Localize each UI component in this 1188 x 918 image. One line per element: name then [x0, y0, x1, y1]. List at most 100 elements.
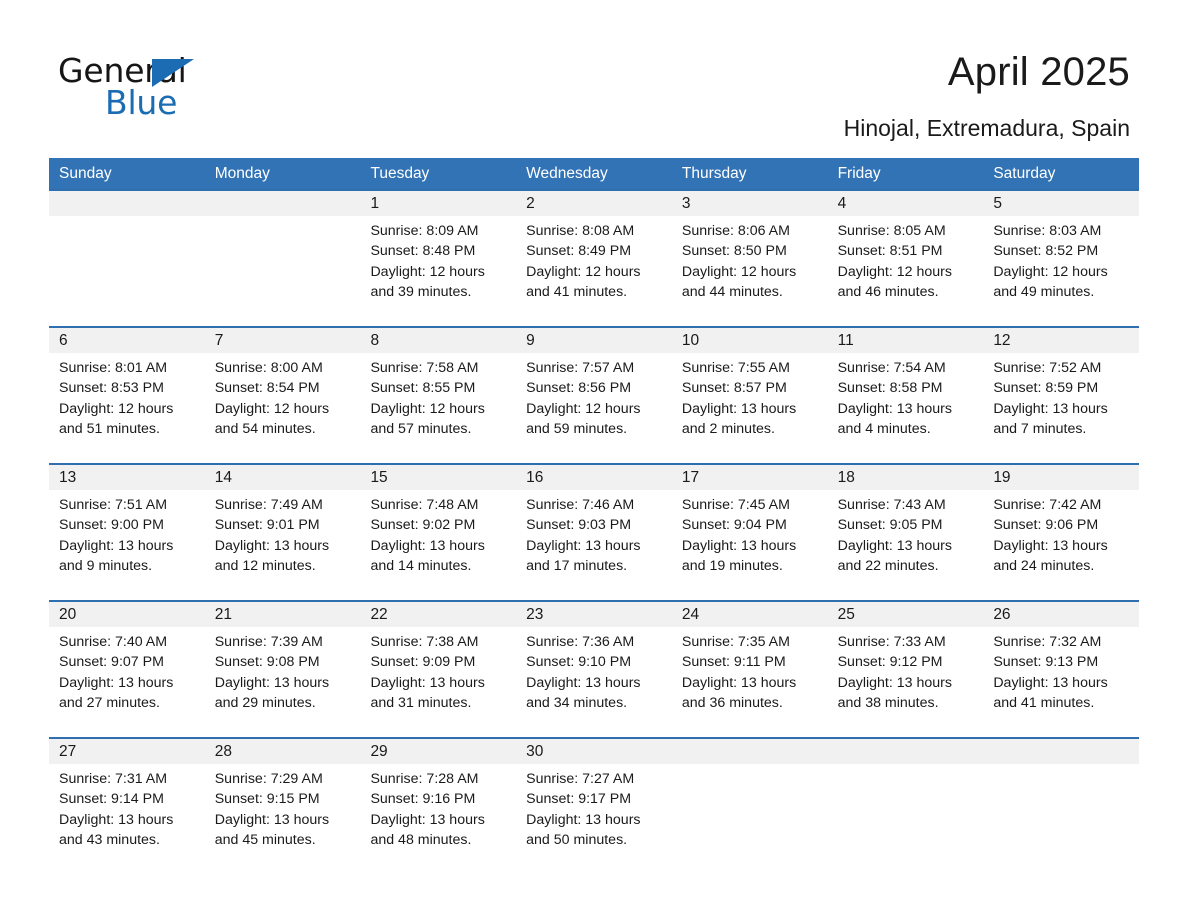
- sunset-text: Sunset: 9:06 PM: [993, 517, 1099, 534]
- day-number[interactable]: 29: [360, 739, 516, 764]
- day-number[interactable]: 10: [672, 328, 828, 353]
- daylight-text-line1: Daylight: 12 hours: [370, 400, 485, 417]
- day-detail-cell[interactable]: Sunrise: 7:54 AM Sunset: 8:58 PM Dayligh…: [828, 353, 984, 463]
- day-detail-cell[interactable]: [49, 216, 205, 326]
- day-number[interactable]: 16: [516, 465, 672, 490]
- sunset-text: Sunset: 8:52 PM: [993, 243, 1099, 260]
- day-detail-cell[interactable]: Sunrise: 7:27 AM Sunset: 9:17 PM Dayligh…: [516, 764, 672, 872]
- sunset-text: Sunset: 9:11 PM: [681, 654, 786, 671]
- sunrise-text: Sunrise: 7:42 AM: [993, 497, 1102, 513]
- sunrise-text: Sunrise: 7:55 AM: [681, 360, 790, 376]
- day-number[interactable]: 4: [828, 191, 984, 216]
- day-detail-cell[interactable]: Sunrise: 7:28 AM Sunset: 9:16 PM Dayligh…: [360, 764, 516, 872]
- day-number[interactable]: [672, 739, 828, 764]
- day-number[interactable]: [49, 191, 205, 216]
- day-number[interactable]: 1: [360, 191, 516, 216]
- day-detail-cell[interactable]: Sunrise: 7:38 AM Sunset: 9:09 PM Dayligh…: [360, 627, 516, 737]
- day-detail-cell[interactable]: [983, 764, 1139, 872]
- daylight-text-line1: Daylight: 13 hours: [59, 674, 174, 691]
- sunrise-text: Sunrise: 8:05 AM: [837, 223, 946, 239]
- day-detail-cell[interactable]: Sunrise: 7:52 AM Sunset: 8:59 PM Dayligh…: [983, 353, 1139, 463]
- weekday-header-row: Sunday Monday Tuesday Wednesday Thursday…: [49, 158, 1139, 189]
- week-date-band: 6 7 8 9 10 11 12: [49, 328, 1139, 353]
- day-detail-cell[interactable]: Sunrise: 7:45 AM Sunset: 9:04 PM Dayligh…: [672, 490, 828, 600]
- day-number[interactable]: 6: [49, 328, 205, 353]
- day-number[interactable]: 21: [205, 602, 361, 627]
- day-number[interactable]: 19: [983, 465, 1139, 490]
- daylight-text-line2: and 51 minutes.: [59, 420, 160, 437]
- day-number[interactable]: 20: [49, 602, 205, 627]
- day-detail-cell[interactable]: Sunrise: 7:43 AM Sunset: 9:05 PM Dayligh…: [828, 490, 984, 600]
- sunset-text: Sunset: 9:13 PM: [993, 654, 1099, 671]
- day-detail-cell[interactable]: [205, 216, 361, 326]
- day-detail-cell[interactable]: Sunrise: 7:58 AM Sunset: 8:55 PM Dayligh…: [360, 353, 516, 463]
- day-number[interactable]: 25: [828, 602, 984, 627]
- day-detail-cell[interactable]: Sunrise: 7:31 AM Sunset: 9:14 PM Dayligh…: [49, 764, 205, 872]
- day-number[interactable]: 17: [672, 465, 828, 490]
- day-number[interactable]: 8: [360, 328, 516, 353]
- daylight-text-line1: Daylight: 13 hours: [214, 811, 330, 828]
- sunrise-text: Sunrise: 7:38 AM: [370, 634, 479, 650]
- day-detail-cell[interactable]: Sunrise: 7:57 AM Sunset: 8:56 PM Dayligh…: [516, 353, 672, 463]
- day-number[interactable]: [828, 739, 984, 764]
- day-number[interactable]: 27: [49, 739, 205, 764]
- day-number[interactable]: 3: [672, 191, 828, 216]
- day-number[interactable]: 30: [516, 739, 672, 764]
- day-number[interactable]: 5: [983, 191, 1139, 216]
- page-title: April 2025: [947, 50, 1130, 94]
- day-number[interactable]: 2: [516, 191, 672, 216]
- day-detail-cell[interactable]: Sunrise: 8:03 AM Sunset: 8:52 PM Dayligh…: [983, 216, 1139, 326]
- day-detail-cell[interactable]: Sunrise: 7:32 AM Sunset: 9:13 PM Dayligh…: [983, 627, 1139, 737]
- day-number[interactable]: 18: [828, 465, 984, 490]
- day-number[interactable]: 11: [828, 328, 984, 353]
- day-detail-cell[interactable]: Sunrise: 7:29 AM Sunset: 9:15 PM Dayligh…: [205, 764, 361, 872]
- sunrise-text: Sunrise: 7:57 AM: [526, 360, 635, 376]
- day-detail-cell[interactable]: Sunrise: 8:00 AM Sunset: 8:54 PM Dayligh…: [205, 353, 361, 463]
- day-detail-cell[interactable]: Sunrise: 8:05 AM Sunset: 8:51 PM Dayligh…: [828, 216, 984, 326]
- day-detail-cell[interactable]: Sunrise: 7:49 AM Sunset: 9:01 PM Dayligh…: [205, 490, 361, 600]
- day-number[interactable]: 15: [360, 465, 516, 490]
- daylight-text-line1: Daylight: 13 hours: [370, 537, 485, 554]
- daylight-text-line1: Daylight: 13 hours: [837, 400, 952, 417]
- daylight-text-line2: and 54 minutes.: [214, 420, 316, 437]
- day-number[interactable]: [205, 191, 361, 216]
- day-detail-cell[interactable]: Sunrise: 7:48 AM Sunset: 9:02 PM Dayligh…: [360, 490, 516, 600]
- day-detail-cell[interactable]: Sunrise: 7:33 AM Sunset: 9:12 PM Dayligh…: [828, 627, 984, 737]
- sunrise-text: Sunrise: 7:48 AM: [370, 497, 479, 513]
- day-detail-cell[interactable]: Sunrise: 8:08 AM Sunset: 8:49 PM Dayligh…: [516, 216, 672, 326]
- day-detail-cell[interactable]: Sunrise: 8:09 AM Sunset: 8:48 PM Dayligh…: [360, 216, 516, 326]
- day-detail-cell[interactable]: [828, 764, 984, 872]
- day-number[interactable]: 12: [983, 328, 1139, 353]
- day-number[interactable]: 14: [205, 465, 361, 490]
- day-detail-cell[interactable]: Sunrise: 7:51 AM Sunset: 9:00 PM Dayligh…: [49, 490, 205, 600]
- general-blue-logo[interactable]: General Blue: [58, 52, 318, 124]
- day-number[interactable]: 24: [672, 602, 828, 627]
- day-detail-cell[interactable]: Sunrise: 7:55 AM Sunset: 8:57 PM Dayligh…: [672, 353, 828, 463]
- day-number[interactable]: 13: [49, 465, 205, 490]
- sunset-text: Sunset: 9:12 PM: [837, 654, 943, 671]
- day-number[interactable]: 28: [205, 739, 361, 764]
- day-number[interactable]: 26: [983, 602, 1139, 627]
- daylight-text-line1: Daylight: 13 hours: [59, 537, 174, 554]
- daylight-text-line1: Daylight: 12 hours: [59, 400, 174, 417]
- day-number[interactable]: 9: [516, 328, 672, 353]
- daylight-text-line2: and 24 minutes.: [993, 557, 1095, 574]
- day-number[interactable]: 7: [205, 328, 361, 353]
- daylight-text-line1: Daylight: 13 hours: [681, 400, 797, 417]
- day-number[interactable]: 23: [516, 602, 672, 627]
- day-detail-cell[interactable]: Sunrise: 8:01 AM Sunset: 8:53 PM Dayligh…: [49, 353, 205, 463]
- sunrise-text: Sunrise: 7:54 AM: [837, 360, 946, 376]
- day-detail-cell[interactable]: Sunrise: 7:46 AM Sunset: 9:03 PM Dayligh…: [516, 490, 672, 600]
- day-number[interactable]: 22: [360, 602, 516, 627]
- day-detail-cell[interactable]: Sunrise: 8:06 AM Sunset: 8:50 PM Dayligh…: [672, 216, 828, 326]
- day-detail-cell[interactable]: Sunrise: 7:42 AM Sunset: 9:06 PM Dayligh…: [983, 490, 1139, 600]
- day-detail-cell[interactable]: [672, 764, 828, 872]
- day-detail-cell[interactable]: Sunrise: 7:40 AM Sunset: 9:07 PM Dayligh…: [49, 627, 205, 737]
- day-detail-cell[interactable]: Sunrise: 7:39 AM Sunset: 9:08 PM Dayligh…: [205, 627, 361, 737]
- daylight-text-line2: and 34 minutes.: [526, 694, 628, 711]
- day-detail-cell[interactable]: Sunrise: 7:35 AM Sunset: 9:11 PM Dayligh…: [672, 627, 828, 737]
- day-number[interactable]: [983, 739, 1139, 764]
- day-detail-cell[interactable]: Sunrise: 7:36 AM Sunset: 9:10 PM Dayligh…: [516, 627, 672, 737]
- sunset-text: Sunset: 8:56 PM: [526, 380, 632, 397]
- sunset-text: Sunset: 9:10 PM: [526, 654, 632, 671]
